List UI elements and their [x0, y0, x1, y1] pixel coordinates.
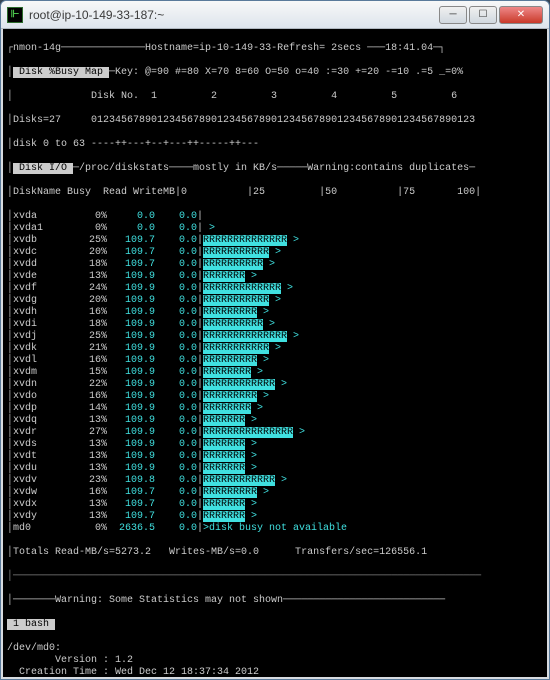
mdstat-line: /dev/md0:: [7, 643, 543, 655]
disk-row: │xvds13%109.90.0|RRRRRRR >: [7, 439, 543, 451]
busy-map-line: │ Disk %Busy Map ─Key: @=90 #=80 X=70 8=…: [7, 67, 543, 79]
disk-row: │xvdm15%109.90.0|RRRRRRRR >: [7, 367, 543, 379]
disks-eq-line: │Disks=27 012345678901234567890123456789…: [7, 115, 543, 127]
disk-row: │xvdw16%109.70.0|RRRRRRRRR >: [7, 487, 543, 499]
titlebar[interactable]: ⊩ root@ip-10-149-33-187:~ ─ ☐ ✕: [1, 1, 549, 29]
totals-line: │Totals Read-MB/s=5273.2 Writes-MB/s=0.0…: [7, 547, 543, 559]
disk-row: │xvda10%0.00.0| >: [7, 223, 543, 235]
maximize-button[interactable]: ☐: [469, 6, 497, 24]
columns-header: │DiskName Busy Read WriteMB|0 |25 |50 |7…: [7, 187, 543, 199]
disk-row: │xvdl16%109.90.0|RRRRRRRRR >: [7, 355, 543, 367]
disk-row: │xvdi18%109.90.0|RRRRRRRRRR >: [7, 319, 543, 331]
disk-row: │md00%2636.50.0|>disk busy not available: [7, 523, 543, 535]
mdstat-output: /dev/md0: Version : 1.2 Creation Time : …: [7, 643, 543, 679]
window-title: root@ip-10-149-33-187:~: [29, 8, 439, 22]
nmon-header: ┌nmon-14g──────────────Hostname=ip-10-14…: [7, 43, 543, 55]
disk-row: │xvdy13%109.70.0|RRRRRRR >: [7, 511, 543, 523]
disk-row: │xvdd18%109.70.0|RRRRRRRRRR >: [7, 259, 543, 271]
sep-line: │───────────────────────────────────────…: [7, 571, 543, 583]
disk-row: │xvdt13%109.90.0|RRRRRRR >: [7, 451, 543, 463]
window-buttons: ─ ☐ ✕: [439, 6, 543, 24]
disk-io-line: │ Disk I/O ─/proc/diskstats────mostly in…: [7, 163, 543, 175]
disk-row: │xvdx13%109.70.0|RRRRRRR >: [7, 499, 543, 511]
disk-row: │xvdv23%109.80.0|RRRRRRRRRRRR >: [7, 475, 543, 487]
disk-row: │xvdp14%109.90.0|RRRRRRRR >: [7, 403, 543, 415]
disk-row: │xvdr27%109.90.0|RRRRRRRRRRRRRRR >: [7, 427, 543, 439]
disk-row: │xvdh16%109.90.0|RRRRRRRRR >: [7, 307, 543, 319]
disk-row: │xvde13%109.90.0|RRRRRRR >: [7, 271, 543, 283]
disk-range-line: │disk 0 to 63 ----++---+--+---++-----++-…: [7, 139, 543, 151]
disk-no-line: │ Disk No. 1 2 3 4 5 6: [7, 91, 543, 103]
disk-row: │xvdq13%109.90.0|RRRRRRR >: [7, 415, 543, 427]
disk-row: │xvdb25%109.70.0|RRRRRRRRRRRRRR >: [7, 235, 543, 247]
mdstat-line: Version : 1.2: [7, 655, 543, 667]
disk-rows: │xvda0%0.00.0| │xvda10%0.00.0| >│xvdb25%…: [7, 211, 543, 535]
disk-row: │xvdu13%109.90.0|RRRRRRR >: [7, 463, 543, 475]
disk-row: │xvdn22%109.90.0|RRRRRRRRRRRR >: [7, 379, 543, 391]
app-window: ⊩ root@ip-10-149-33-187:~ ─ ☐ ✕ ┌nmon-14…: [0, 0, 550, 680]
disk-row: │xvda0%0.00.0|: [7, 211, 543, 223]
app-icon: ⊩: [7, 7, 23, 23]
disk-row: │xvdk21%109.90.0|RRRRRRRRRRR >: [7, 343, 543, 355]
terminal[interactable]: ┌nmon-14g──────────────Hostname=ip-10-14…: [1, 29, 549, 679]
disk-row: │xvdo16%109.90.0|RRRRRRRRR >: [7, 391, 543, 403]
minimize-button[interactable]: ─: [439, 6, 467, 24]
disk-row: │xvdc20%109.70.0|RRRRRRRRRRR >: [7, 247, 543, 259]
close-button[interactable]: ✕: [499, 6, 543, 24]
disk-row: │xvdj25%109.90.0|RRRRRRRRRRRRRR >: [7, 331, 543, 343]
tab-1[interactable]: 1 bash: [7, 619, 543, 631]
disk-row: │xvdf24%109.90.0|RRRRRRRRRRRRR >: [7, 283, 543, 295]
mdstat-line: Creation Time : Wed Dec 12 18:37:34 2012: [7, 667, 543, 679]
disk-row: │xvdg20%109.90.0|RRRRRRRRRRR >: [7, 295, 543, 307]
warning-line: │───────Warning: Some Statistics may not…: [7, 595, 543, 607]
